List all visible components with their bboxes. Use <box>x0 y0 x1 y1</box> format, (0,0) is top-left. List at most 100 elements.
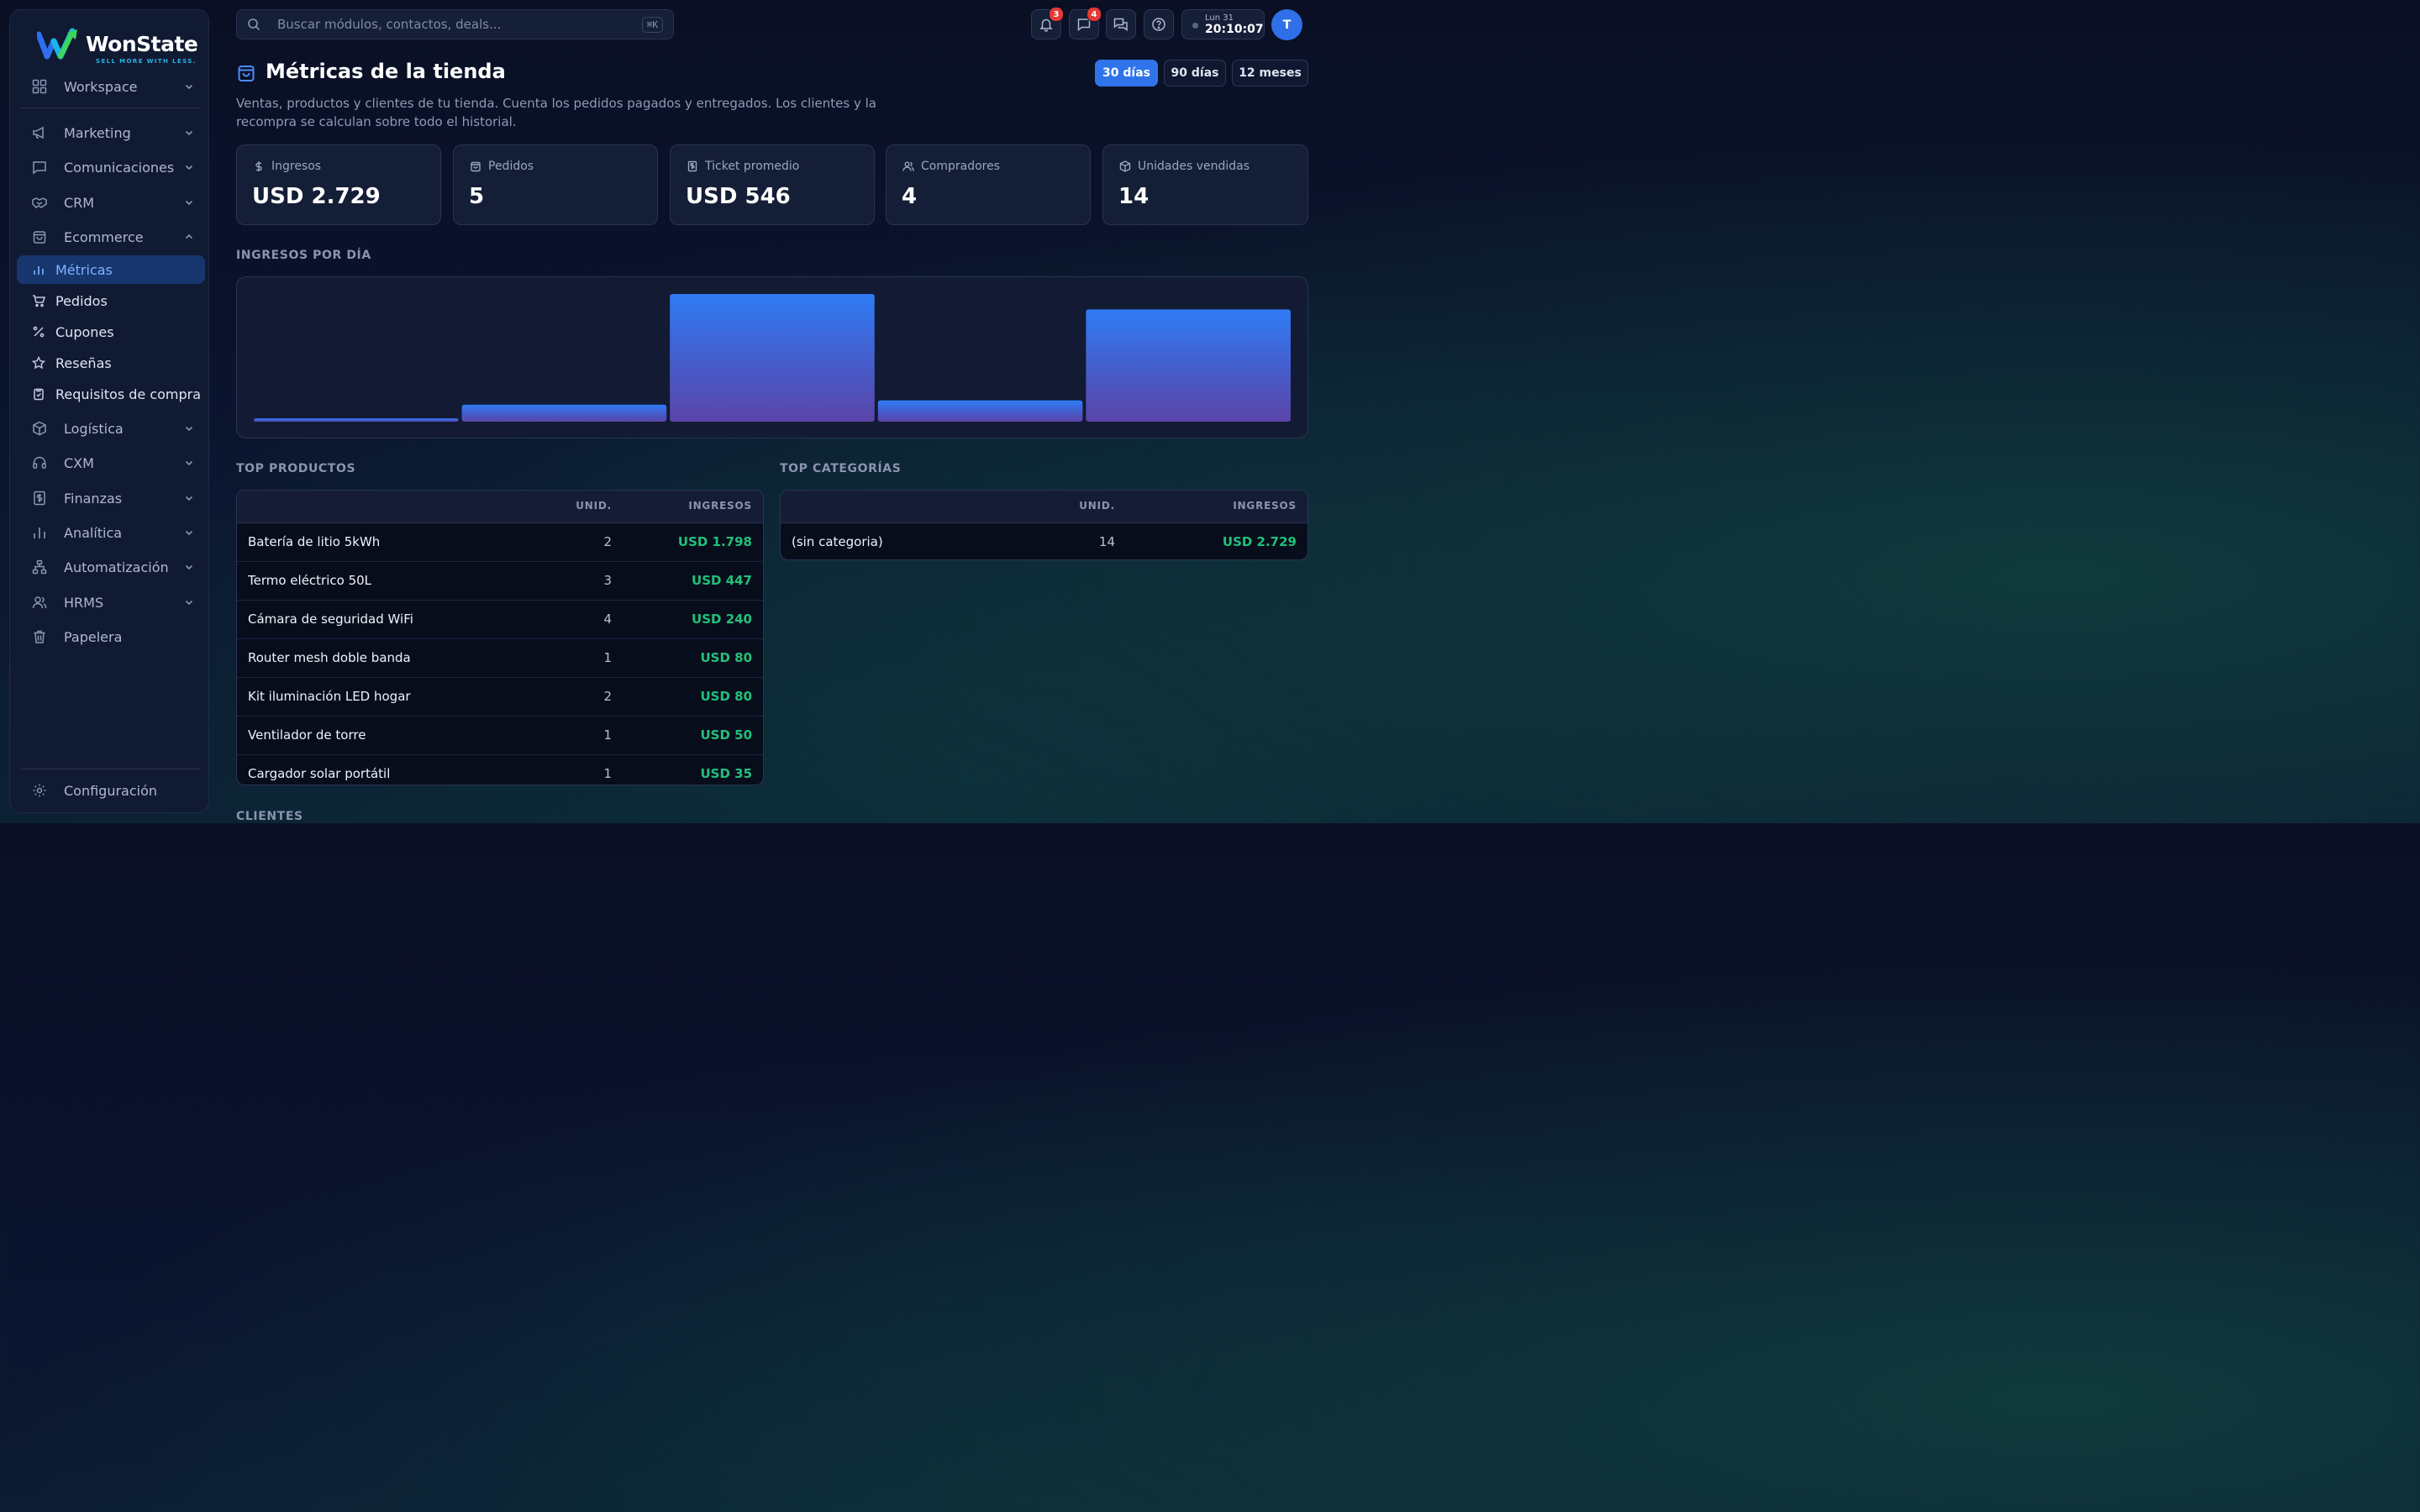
sidebar: WonState SELL MORE WITH LESS. Workspace … <box>9 9 209 813</box>
column-header-units: UNID. <box>576 500 612 512</box>
product-revenue: USD 50 <box>700 727 752 743</box>
nav-automatizacion-label: Automatización <box>64 559 169 575</box>
trash-icon <box>32 629 47 644</box>
range-30-days-button[interactable]: 30 días <box>1095 60 1158 87</box>
wonstate-logo-icon <box>37 28 77 60</box>
nav-hrms-label: HRMS <box>64 594 104 611</box>
nav-workspace[interactable]: Workspace <box>20 72 202 101</box>
product-units: 2 <box>603 689 612 704</box>
range-12-months-button[interactable]: 12 meses <box>1232 60 1308 87</box>
product-name: Router mesh doble banda <box>248 650 411 665</box>
nav-papelera[interactable]: Papelera <box>20 622 202 651</box>
nav-marketing-label: Marketing <box>64 124 131 141</box>
table-header: UNID. INGRESOS <box>781 491 1307 523</box>
shopping-bag-icon <box>470 160 481 172</box>
shopping-bag-icon <box>236 63 256 83</box>
help-icon <box>1151 17 1166 32</box>
column-header-revenue: INGRESOS <box>688 500 752 512</box>
help-button[interactable] <box>1144 9 1174 39</box>
notifications-badge: 3 <box>1049 7 1064 22</box>
search-bar[interactable]: ⌘K <box>236 9 674 39</box>
revenue-chart <box>236 276 1308 438</box>
table-row[interactable]: Ventilador de torre 1 USD 50 <box>237 717 763 755</box>
gear-icon <box>32 783 47 798</box>
bar-chart-icon <box>32 525 47 540</box>
product-name: Ventilador de torre <box>248 727 366 743</box>
table-row[interactable]: Batería de litio 5kWh 2 USD 1.798 <box>237 523 763 562</box>
search-icon <box>247 18 260 31</box>
cart-icon <box>32 294 45 307</box>
top-categories-table: UNID. INGRESOS (sin categoria) 14 USD 2.… <box>780 490 1308 560</box>
nav-finanzas[interactable]: Finanzas <box>20 484 202 512</box>
sidebar-item-metricas[interactable]: Métricas <box>17 255 205 284</box>
nav-comunicaciones[interactable]: Comunicaciones <box>20 153 202 181</box>
conversations-button[interactable] <box>1106 9 1136 39</box>
messages-button[interactable]: 4 <box>1069 7 1102 39</box>
kpi-label: Pedidos <box>488 160 534 173</box>
chevron-up-icon <box>183 231 195 243</box>
chart-bar[interactable] <box>1086 309 1291 422</box>
nav-cxm[interactable]: CXM <box>20 449 202 477</box>
product-name: Kit iluminación LED hogar <box>248 689 411 704</box>
search-input[interactable] <box>276 16 642 33</box>
table-row[interactable]: Cámara de seguridad WiFi 4 USD 240 <box>237 601 763 639</box>
nav-configuracion[interactable]: Configuración <box>20 776 202 805</box>
nav-cxm-label: CXM <box>64 454 94 471</box>
sidebar-item-label: Cupones <box>55 323 114 340</box>
grid-icon <box>32 79 47 94</box>
brand-name: WonState <box>86 31 198 56</box>
nav-analitica[interactable]: Analítica <box>20 518 202 547</box>
dollar-doc-icon <box>32 491 47 506</box>
column-header-revenue: INGRESOS <box>1233 500 1297 512</box>
chevron-down-icon <box>183 527 195 538</box>
chart-bar[interactable] <box>254 418 459 422</box>
bar-chart-icon <box>32 263 45 276</box>
product-units: 1 <box>603 766 612 781</box>
sidebar-item-pedidos[interactable]: Pedidos <box>17 286 205 315</box>
avatar[interactable]: T <box>1271 9 1302 40</box>
kpi-card-ingresos: Ingresos USD 2.729 <box>236 144 441 225</box>
chevron-down-icon <box>183 457 195 469</box>
product-units: 1 <box>603 650 612 665</box>
box-icon <box>32 421 47 436</box>
nav-hrms[interactable]: HRMS <box>20 588 202 617</box>
sidebar-item-resenas[interactable]: Reseñas <box>17 349 205 377</box>
sidebar-item-label: Requisitos de compra <box>55 386 202 402</box>
sidebar-item-cupones[interactable]: Cupones <box>17 318 205 346</box>
range-90-days-button[interactable]: 90 días <box>1164 60 1226 87</box>
category-units: 14 <box>1098 534 1115 549</box>
nav-marketing[interactable]: Marketing <box>20 118 202 147</box>
clipboard-icon <box>32 387 45 401</box>
sidebar-item-requisitos[interactable]: Requisitos de compra <box>17 380 205 408</box>
product-revenue: USD 447 <box>692 573 752 588</box>
chart-bar[interactable] <box>877 400 1083 422</box>
chart-bar[interactable] <box>670 294 875 422</box>
product-revenue: USD 80 <box>700 650 752 665</box>
table-row[interactable]: Router mesh doble banda 1 USD 80 <box>237 639 763 678</box>
box-icon <box>1119 160 1131 172</box>
section-title-revenue-by-day: INGRESOS POR DÍA <box>236 249 371 262</box>
product-revenue: USD 1.798 <box>677 534 752 549</box>
notifications-button[interactable]: 3 <box>1031 7 1064 39</box>
nav-analitica-label: Analítica <box>64 524 123 541</box>
brand-logo[interactable]: WonState SELL MORE WITH LESS. <box>37 22 198 66</box>
kpi-value: USD 2.729 <box>252 184 381 209</box>
kpi-label: Ingresos <box>271 160 322 173</box>
table-row[interactable]: Cargador solar portátil 1 USD 35 <box>237 755 763 785</box>
nav-automatizacion[interactable]: Automatización <box>20 553 202 581</box>
chart-bar[interactable] <box>461 404 667 422</box>
flow-icon <box>32 559 47 575</box>
product-revenue: USD 240 <box>692 612 752 627</box>
table-row[interactable]: (sin categoria) 14 USD 2.729 <box>781 523 1307 559</box>
table-row[interactable]: Termo eléctrico 50L 3 USD 447 <box>237 562 763 601</box>
status-dot-icon <box>1192 23 1198 29</box>
users-icon <box>902 160 914 172</box>
receipt-icon <box>687 160 698 172</box>
chevron-down-icon <box>183 596 195 608</box>
kpi-value: 5 <box>469 184 485 209</box>
nav-crm[interactable]: CRM <box>20 188 202 217</box>
nav-ecommerce[interactable]: Ecommerce <box>20 223 202 251</box>
nav-logistica[interactable]: Logística <box>20 414 202 443</box>
dollar-icon <box>253 160 265 172</box>
table-row[interactable]: Kit iluminación LED hogar 2 USD 80 <box>237 678 763 717</box>
